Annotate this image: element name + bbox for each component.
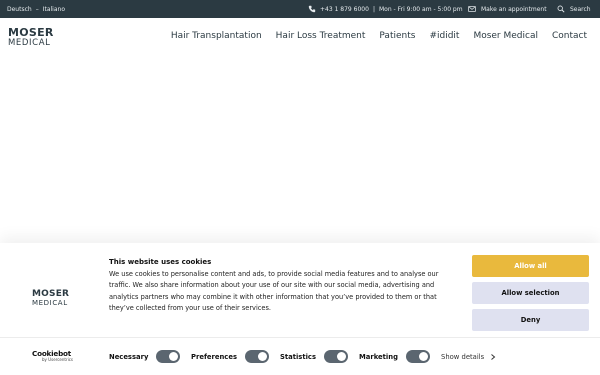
search-icon bbox=[557, 5, 565, 13]
cookie-banner-logo: MOSER MEDICAL bbox=[32, 290, 69, 307]
language-separator: – bbox=[35, 6, 39, 13]
envelope-icon bbox=[468, 5, 476, 13]
cookie-logo-line-1: MOSER bbox=[32, 289, 70, 299]
language-deutsch[interactable]: Deutsch bbox=[7, 6, 32, 13]
toggle-knob bbox=[169, 352, 179, 361]
phone-icon bbox=[308, 5, 316, 13]
option-marketing-label: Marketing bbox=[359, 352, 398, 361]
nav-ididit[interactable]: #ididit bbox=[429, 31, 459, 41]
contact-separator: | bbox=[372, 5, 375, 13]
cookie-description: We use cookies to personalise content an… bbox=[109, 270, 439, 313]
phone-number[interactable]: +43 1 879 6000 bbox=[320, 6, 369, 13]
contact-info: +43 1 879 6000 | Mon - Fri 9:00 am - 5:0… bbox=[308, 5, 463, 13]
toggle-knob bbox=[418, 352, 428, 361]
nav-moser-medical[interactable]: Moser Medical bbox=[473, 31, 538, 41]
search-label: Search bbox=[570, 5, 591, 13]
nav-hair-transplantation[interactable]: Hair Transplantation bbox=[171, 31, 262, 41]
logo-line-1: MOSER bbox=[8, 26, 54, 39]
deny-button[interactable]: Deny bbox=[472, 309, 589, 331]
toggle-necessary[interactable] bbox=[156, 350, 181, 363]
cookie-logo-line-2: MEDICAL bbox=[32, 299, 68, 307]
language-italiano[interactable]: Italiano bbox=[43, 6, 65, 13]
toggle-preferences[interactable] bbox=[245, 350, 269, 363]
cookie-consent-banner: MOSER MEDICAL This website uses cookies … bbox=[0, 243, 600, 375]
language-switcher: Deutsch – Italiano bbox=[7, 6, 65, 13]
allow-all-button[interactable]: Allow all bbox=[472, 255, 589, 277]
cookiebot-logo[interactable]: Cookiebot by Usercentrics bbox=[32, 350, 73, 362]
site-header: MOSER MEDICAL Hair Transplantation Hair … bbox=[0, 18, 600, 56]
chevron-right-icon bbox=[490, 354, 496, 360]
cookie-title: This website uses cookies bbox=[109, 258, 212, 266]
option-necessary-label: Necessary bbox=[109, 352, 149, 361]
search-link[interactable]: Search bbox=[557, 5, 591, 13]
opening-hours: Mon - Fri 9:00 am - 5:00 pm bbox=[378, 5, 463, 13]
show-details-label: Show details bbox=[441, 353, 485, 361]
toggle-knob bbox=[258, 352, 267, 361]
logo-line-2: MEDICAL bbox=[8, 38, 51, 48]
cookie-divider bbox=[0, 337, 600, 338]
top-utility-bar: Deutsch – Italiano +43 1 879 6000 | Mon … bbox=[0, 0, 600, 18]
option-statistics-label: Statistics bbox=[280, 352, 317, 361]
allow-selection-button[interactable]: Allow selection bbox=[472, 282, 589, 304]
cookiebot-name: Cookiebot bbox=[32, 349, 71, 358]
toggle-knob bbox=[337, 352, 347, 361]
show-details-link[interactable]: Show details bbox=[441, 353, 496, 361]
option-preferences-label: Preferences bbox=[191, 352, 237, 361]
appointment-link[interactable]: Make an appointment bbox=[468, 5, 547, 13]
toggle-marketing[interactable] bbox=[405, 350, 430, 363]
option-necessary: Necessary bbox=[109, 350, 181, 363]
option-statistics: Statistics bbox=[280, 350, 349, 363]
nav-contact[interactable]: Contact bbox=[552, 31, 587, 41]
cookiebot-byline: by Usercentrics bbox=[42, 357, 74, 363]
appointment-label: Make an appointment bbox=[481, 5, 547, 13]
nav-hair-loss-treatment[interactable]: Hair Loss Treatment bbox=[276, 31, 366, 41]
option-preferences: Preferences bbox=[191, 350, 269, 363]
nav-patients[interactable]: Patients bbox=[379, 31, 415, 41]
toggle-statistics[interactable] bbox=[324, 350, 349, 363]
option-marketing: Marketing bbox=[359, 350, 430, 363]
moser-medical-logo[interactable]: MOSER MEDICAL bbox=[8, 27, 54, 48]
main-navigation: Hair Transplantation Hair Loss Treatment… bbox=[171, 31, 587, 41]
